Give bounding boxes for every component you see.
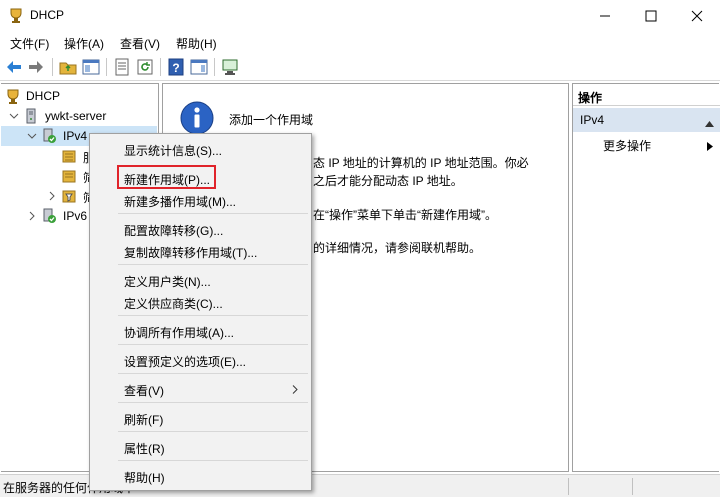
show-hide-tree-icon[interactable] — [82, 58, 100, 76]
toolbar-separator — [160, 58, 161, 76]
content-text: 的详细情况，请参阅联机帮助。 — [313, 241, 482, 255]
back-icon[interactable] — [5, 58, 23, 76]
highlight-box — [117, 165, 216, 189]
maximize-icon — [645, 10, 657, 22]
content-text: 在“操作”菜单下单击“新建作用域”。 — [313, 208, 497, 222]
menu-item-new-multicast-scope[interactable]: 新建多播作用域(M)... — [124, 193, 236, 210]
toolbar-separator — [106, 58, 107, 76]
menu-item-define-user-classes[interactable]: 定义用户类(N)... — [124, 273, 211, 290]
ipv6-icon — [41, 208, 57, 224]
menu-item-define-vendor-classes[interactable]: 定义供应商类(C)... — [124, 295, 223, 312]
dhcp-app-icon — [8, 7, 24, 23]
maximize-button[interactable] — [628, 0, 674, 31]
refresh-icon[interactable] — [136, 58, 154, 76]
content-text: 之后才能分配动态 IP 地址。 — [313, 174, 463, 188]
menu-item-reconcile-all-scopes[interactable]: 协调所有作用域(A)... — [124, 324, 234, 341]
content-text: 态 IP 地址的计算机的 IP 地址范围。你必 — [313, 156, 529, 170]
info-icon — [180, 101, 214, 135]
window-title: DHCP — [30, 8, 65, 22]
minimize-icon — [600, 15, 610, 17]
menu-help[interactable]: 帮助(H) — [176, 35, 217, 52]
menu-item-refresh[interactable]: 刷新(F) — [124, 411, 163, 428]
toolbar-separator — [214, 58, 215, 76]
actions-section-ipv4[interactable]: IPv4 — [573, 108, 720, 132]
menu-separator — [118, 402, 308, 403]
dhcp-icon — [5, 88, 21, 104]
menu-separator — [118, 431, 308, 432]
menu-bar: 文件(F) 操作(A) 查看(V) 帮助(H) — [0, 31, 720, 53]
tree-item-server[interactable]: ywkt-server — [1, 106, 157, 126]
menu-action[interactable]: 操作(A) — [64, 35, 104, 52]
collapse-triangle-icon[interactable] — [705, 116, 714, 130]
expand-chevron-icon[interactable] — [47, 190, 57, 201]
submenu-arrow-icon — [707, 140, 713, 154]
collapse-chevron-icon[interactable] — [9, 110, 19, 120]
tree-label: DHCP — [26, 89, 61, 103]
menu-item-view[interactable]: 查看(V) — [124, 382, 164, 399]
menu-item-properties[interactable]: 属性(R) — [124, 440, 165, 457]
minimize-button[interactable] — [582, 0, 628, 31]
actions-header: 操作 — [573, 84, 720, 106]
menu-item-set-predefined-options[interactable]: 设置预定义的选项(E)... — [124, 353, 246, 370]
actions-header-label: 操作 — [578, 91, 603, 105]
more-actions-link[interactable]: 更多操作 — [603, 137, 651, 154]
tree-label: ywkt-server — [45, 109, 107, 123]
tree-item-dhcp[interactable]: DHCP — [1, 86, 157, 106]
menu-separator — [118, 315, 308, 316]
ipv4-icon — [41, 128, 57, 144]
expand-chevron-icon[interactable] — [27, 210, 37, 221]
menu-item-show-statistics[interactable]: 显示统计信息(S)... — [124, 142, 222, 159]
server-icon — [23, 108, 39, 124]
context-menu: 显示统计信息(S)... 新建作用域(P)... 新建多播作用域(M)... 配… — [89, 133, 312, 491]
status-divider — [568, 478, 569, 495]
menu-separator — [118, 373, 308, 374]
actions-section-label: IPv4 — [580, 113, 605, 127]
folder-icon — [61, 148, 77, 164]
svg-text:?: ? — [172, 61, 179, 75]
menu-item-help[interactable]: 帮助(H) — [124, 469, 165, 486]
menu-view[interactable]: 查看(V) — [120, 35, 160, 52]
tree-label: IPv6 — [63, 209, 88, 223]
menu-separator — [118, 264, 308, 265]
show-action-pane-icon[interactable] — [190, 58, 208, 76]
content-title: 添加一个作用域 — [229, 113, 314, 127]
menu-separator — [118, 344, 308, 345]
filter-icon — [61, 188, 77, 204]
folder-icon — [61, 168, 77, 184]
toolbar-separator — [52, 58, 53, 76]
up-folder-icon[interactable] — [59, 58, 77, 76]
close-button[interactable] — [674, 0, 720, 31]
forward-icon[interactable] — [27, 58, 45, 76]
collapse-chevron-icon[interactable] — [27, 130, 37, 140]
menu-separator — [118, 460, 308, 461]
menu-item-replicate-failover-scopes[interactable]: 复制故障转移作用域(T)... — [124, 244, 257, 261]
submenu-chevron-icon — [292, 383, 298, 397]
tree-label: IPv4 — [63, 129, 88, 143]
title-bar: DHCP — [0, 0, 720, 31]
menu-file[interactable]: 文件(F) — [10, 35, 49, 52]
actions-pane: 操作 IPv4 更多操作 — [572, 83, 720, 472]
toolbar: ? — [0, 54, 720, 81]
console-icon[interactable] — [221, 58, 239, 76]
menu-separator — [118, 213, 308, 214]
menu-item-configure-failover[interactable]: 配置故障转移(G)... — [124, 222, 223, 239]
properties-icon[interactable] — [113, 58, 131, 76]
close-icon — [691, 10, 703, 22]
status-divider — [632, 478, 633, 495]
help-icon[interactable]: ? — [167, 58, 185, 76]
